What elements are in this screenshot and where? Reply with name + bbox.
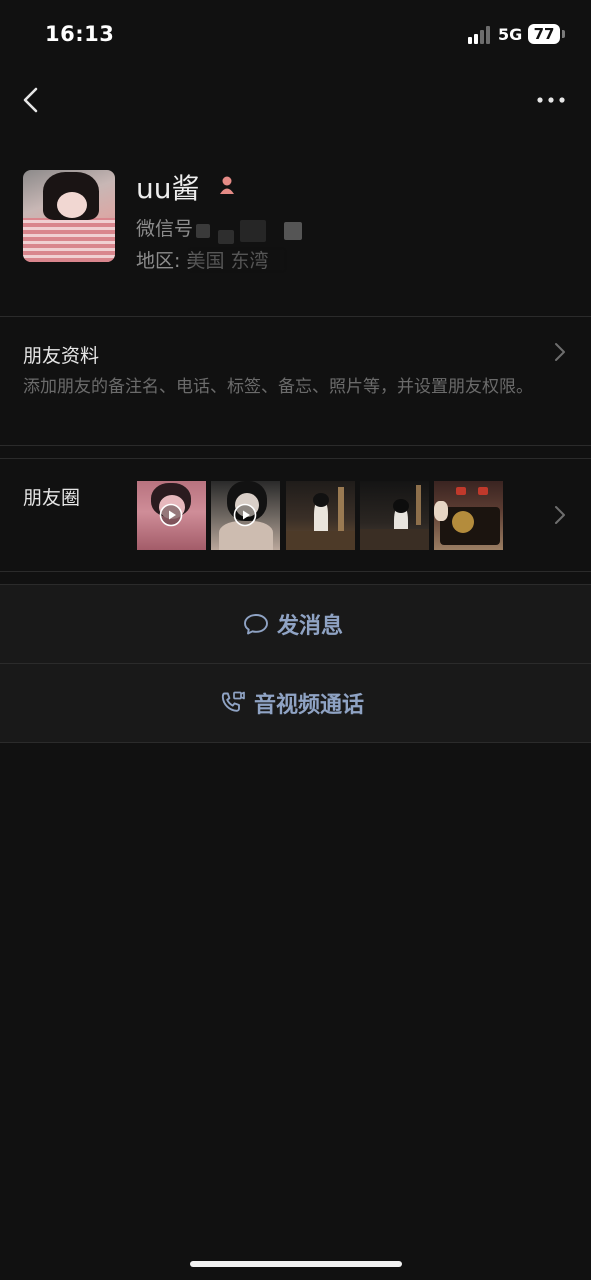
battery-tip xyxy=(562,30,565,38)
battery-icon: 77 xyxy=(528,24,560,44)
female-icon xyxy=(220,176,234,194)
wechat-id-redacted xyxy=(284,222,302,240)
more-button[interactable] xyxy=(533,88,569,112)
moments-row[interactable]: 朋友圈 xyxy=(0,459,591,571)
video-call-button[interactable]: 音视频通话 xyxy=(0,664,591,742)
chevron-right-icon xyxy=(555,506,565,524)
section-gap xyxy=(0,446,591,458)
moments-thumbnail[interactable] xyxy=(137,481,206,550)
chevron-right-icon xyxy=(555,343,565,361)
send-message-button[interactable]: 发消息 xyxy=(0,585,591,663)
send-message-label: 发消息 xyxy=(277,614,344,639)
signal-icon xyxy=(468,26,492,44)
video-call-icon xyxy=(221,691,245,712)
wechat-id-label: 微信号 xyxy=(136,218,194,240)
profile-header: uu酱 微信号 地区: 美国 东湾 xyxy=(0,150,591,316)
network-type: 5G xyxy=(498,25,523,44)
wechat-id-redacted xyxy=(196,224,210,238)
moments-thumbnail[interactable] xyxy=(434,481,503,550)
play-icon xyxy=(233,503,257,527)
region-label: 地区 xyxy=(136,250,175,272)
chat-bubble-icon xyxy=(244,614,268,635)
status-time: 16:13 xyxy=(45,22,115,46)
status-bar: 16:13 5G 77 xyxy=(0,0,591,70)
friend-info-title: 朋友资料 xyxy=(23,345,100,367)
play-icon xyxy=(159,503,183,527)
friend-info-description: 添加朋友的备注名、电话、标签、备忘、照片等，并设置朋友权限。 xyxy=(23,377,533,397)
wechat-id-redacted xyxy=(240,220,266,242)
more-horizontal-icon xyxy=(537,97,565,103)
home-indicator[interactable] xyxy=(190,1261,402,1267)
moments-thumbnail[interactable] xyxy=(360,481,429,550)
back-button[interactable] xyxy=(18,82,48,118)
video-call-label: 音视频通话 xyxy=(254,693,365,718)
friend-info-row[interactable]: 朋友资料 添加朋友的备注名、电话、标签、备忘、照片等，并设置朋友权限。 xyxy=(0,317,591,445)
avatar[interactable] xyxy=(23,170,115,262)
moments-thumbnail[interactable] xyxy=(286,481,355,550)
profile-name: uu酱 xyxy=(136,172,200,205)
section-gap xyxy=(0,572,591,584)
region-blur xyxy=(190,250,284,270)
moments-title: 朋友圈 xyxy=(23,487,81,509)
chevron-left-icon xyxy=(23,87,38,113)
moments-thumbnail[interactable] xyxy=(211,481,280,550)
wechat-id-redacted xyxy=(218,230,234,244)
divider xyxy=(0,742,591,743)
